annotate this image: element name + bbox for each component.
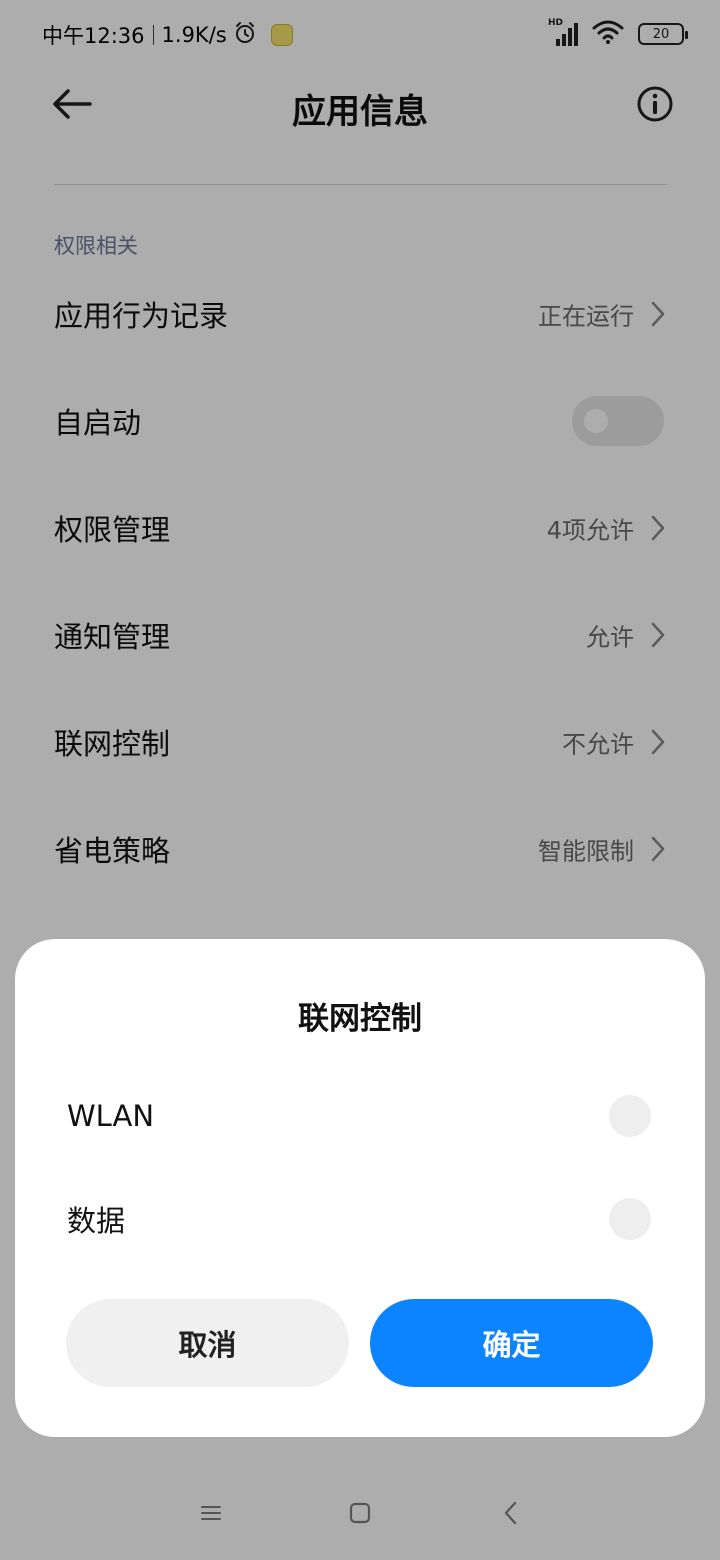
navigation-bar	[0, 1470, 720, 1560]
home-button[interactable]	[345, 1498, 375, 1528]
mobile-data-checkbox[interactable]	[609, 1198, 651, 1240]
menu-button[interactable]	[196, 1498, 226, 1528]
dialog-title: 联网控制	[298, 1001, 422, 1037]
network-control-dialog: 联网控制 WLAN 数据 取消 确定	[15, 939, 705, 1437]
nav-back-button[interactable]	[496, 1498, 526, 1528]
menu-icon	[201, 1506, 221, 1520]
option-label: 数据	[67, 1204, 126, 1238]
option-label: WLAN	[67, 1099, 155, 1133]
home-icon	[349, 1502, 371, 1524]
option-mobile-data[interactable]: 数据	[15, 1179, 705, 1259]
back-icon	[504, 1501, 517, 1525]
wlan-checkbox[interactable]	[609, 1095, 651, 1137]
confirm-button[interactable]: 确定	[370, 1299, 653, 1387]
cancel-button[interactable]: 取消	[66, 1299, 349, 1387]
option-wlan[interactable]: WLAN	[15, 1076, 705, 1156]
